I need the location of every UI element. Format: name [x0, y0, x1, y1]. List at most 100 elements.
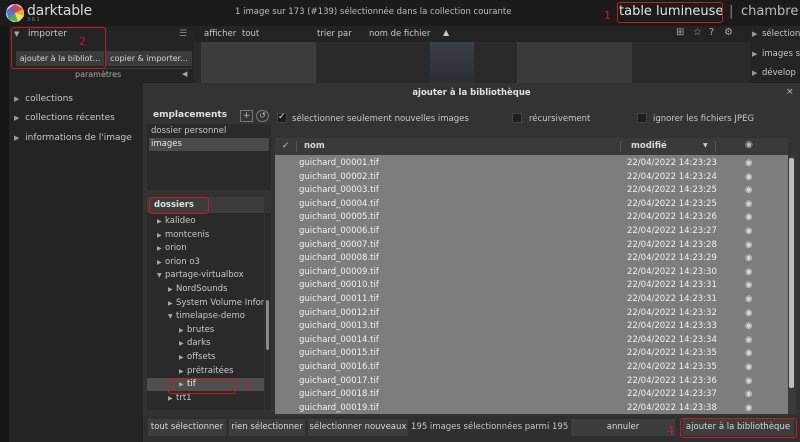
right-module-develop[interactable]: dévelop	[762, 68, 796, 78]
select-all-button[interactable]: tout sélectionner	[148, 419, 226, 436]
file-row[interactable]: guichard_00005.tif 22/04/2022 14:23:26 ◉	[275, 211, 788, 225]
file-row[interactable]: guichard_00008.tif 22/04/2022 14:23:29 ◉	[275, 252, 788, 266]
add-to-library-button[interactable]: ajouter à la bibliot...	[16, 51, 104, 66]
view-darkroom[interactable]: chambre	[741, 4, 798, 19]
thumbnail[interactable]	[201, 42, 316, 84]
folder-item[interactable]: ▶ prétraitées	[147, 365, 264, 378]
eye-icon[interactable]: ◉	[745, 375, 752, 389]
eye-icon[interactable]: ◉	[745, 320, 752, 334]
file-row[interactable]: guichard_00016.tif 22/04/2022 14:23:35 ◉	[275, 361, 788, 375]
file-row[interactable]: guichard_00009.tif 22/04/2022 14:23:30 ◉	[275, 266, 788, 280]
expand-triangle-icon[interactable]: ▶	[752, 69, 757, 77]
recursive-checkbox[interactable]	[512, 113, 522, 123]
files-scrollbar-thumb[interactable]	[789, 158, 794, 388]
eye-icon[interactable]: ◉	[745, 307, 752, 321]
eye-icon[interactable]: ◉	[745, 157, 752, 171]
file-row[interactable]: guichard_00010.tif 22/04/2022 14:23:31 ◉	[275, 279, 788, 293]
folder-item[interactable]: ▶ offsets	[147, 351, 264, 364]
parameters-section[interactable]: paramètres	[75, 70, 121, 79]
collapsed-triangle-icon[interactable]: ▶	[157, 256, 165, 269]
file-row[interactable]: guichard_00002.tif 22/04/2022 14:23:24 ◉	[275, 171, 788, 185]
collapsed-triangle-icon[interactable]: ▶	[157, 229, 165, 242]
add-place-button[interactable]: +	[240, 110, 253, 122]
collapse-triangle-icon[interactable]: ▼	[14, 30, 19, 38]
eye-icon[interactable]: ◉	[745, 171, 752, 185]
expanded-triangle-icon[interactable]: ▼	[157, 269, 165, 282]
left-module-collections[interactable]: ▶ collections	[14, 94, 73, 104]
eye-icon[interactable]: ◉	[745, 225, 752, 239]
left-module-recent-collections[interactable]: ▶ collections récentes	[14, 113, 115, 123]
collapsed-triangle-icon[interactable]: ▶	[168, 392, 176, 405]
eye-icon[interactable]: ◉	[745, 211, 752, 225]
select-new-button[interactable]: sélectionner nouveaux	[308, 419, 408, 436]
collapsed-triangle-icon[interactable]: ▶	[168, 283, 176, 296]
collapsed-triangle-icon[interactable]: ▶	[179, 351, 187, 364]
folder-item[interactable]: ▶ montcenis	[147, 229, 264, 242]
expanded-triangle-icon[interactable]: ▼	[168, 310, 176, 323]
file-row[interactable]: guichard_00012.tif 22/04/2022 14:23:32 ◉	[275, 307, 788, 321]
file-row[interactable]: guichard_00003.tif 22/04/2022 14:23:25 ◉	[275, 184, 788, 198]
thumbnail[interactable]	[430, 42, 474, 84]
sort-down-icon[interactable]: ▼	[703, 142, 708, 149]
folder-item[interactable]: ▶ kalideo	[147, 215, 264, 228]
right-module-selection[interactable]: sélection	[762, 29, 800, 39]
expand-triangle-icon[interactable]: ▶	[752, 30, 757, 38]
file-row[interactable]: guichard_00013.tif 22/04/2022 14:23:33 ◉	[275, 320, 788, 334]
view-lighttable[interactable]: table lumineuse	[619, 4, 723, 19]
eye-icon[interactable]: ◉	[745, 402, 752, 414]
collapse-left-icon[interactable]: ◀	[182, 70, 187, 78]
file-row[interactable]: guichard_00017.tif 22/04/2022 14:23:36 ◉	[275, 375, 788, 389]
folder-item[interactable]: ▶ orion o3	[147, 256, 264, 269]
add-to-library-dialog-button[interactable]: ajouter à la bibliothèque	[682, 419, 794, 436]
import-module-title[interactable]: importer	[28, 29, 67, 39]
tree-scrollbar-thumb[interactable]	[266, 300, 269, 350]
file-row[interactable]: guichard_00014.tif 22/04/2022 14:23:34 ◉	[275, 334, 788, 348]
eye-icon[interactable]: ◉	[745, 266, 752, 280]
only-new-checkbox[interactable]	[277, 112, 287, 123]
file-row[interactable]: guichard_00018.tif 22/04/2022 14:23:37 ◉	[275, 388, 788, 402]
file-row[interactable]: guichard_00015.tif 22/04/2022 14:23:35 ◉	[275, 347, 788, 361]
copy-import-button[interactable]: copier & importer...	[106, 51, 192, 66]
thumbnail[interactable]	[517, 42, 632, 84]
eye-icon[interactable]: ◉	[745, 239, 752, 253]
column-modified[interactable]: modifié	[631, 141, 667, 151]
sort-direction-icon[interactable]: ▲	[443, 28, 449, 37]
eye-icon[interactable]: ◉	[745, 279, 752, 293]
eye-icon[interactable]: ◉	[745, 293, 752, 307]
file-row[interactable]: guichard_00019.tif 22/04/2022 14:23:38 ◉	[275, 402, 788, 414]
ignore-jpeg-checkbox[interactable]	[637, 113, 647, 123]
eye-icon[interactable]: ◉	[745, 140, 753, 150]
star-icon[interactable]: ☆	[693, 27, 702, 38]
folder-item[interactable]: ▶ darks	[147, 337, 264, 350]
folder-item[interactable]: ▶ brutes	[147, 324, 264, 337]
file-row[interactable]: guichard_00006.tif 22/04/2022 14:23:27 ◉	[275, 225, 788, 239]
collapsed-triangle-icon[interactable]: ▶	[179, 365, 187, 378]
collapsed-triangle-icon[interactable]: ▶	[179, 378, 187, 391]
column-check[interactable]: ✓	[282, 141, 289, 151]
file-row[interactable]: guichard_00007.tif 22/04/2022 14:23:28 ◉	[275, 239, 788, 253]
file-row[interactable]: guichard_00004.tif 22/04/2022 14:23:25 ◉	[275, 198, 788, 212]
show-select[interactable]: tout	[242, 29, 259, 39]
eye-icon[interactable]: ◉	[745, 347, 752, 361]
select-none-button[interactable]: rien sélectionner	[229, 419, 305, 436]
eye-icon[interactable]: ◉	[745, 361, 752, 375]
left-module-image-information[interactable]: ▶ informations de l'image	[14, 133, 132, 143]
eye-icon[interactable]: ◉	[745, 388, 752, 402]
close-icon[interactable]: ×	[786, 87, 794, 97]
collapsed-triangle-icon[interactable]: ▶	[157, 242, 165, 255]
place-images[interactable]: images	[149, 138, 269, 151]
eye-icon[interactable]: ◉	[745, 184, 752, 198]
column-name[interactable]: nom	[304, 141, 325, 151]
collapsed-triangle-icon[interactable]: ▶	[179, 324, 187, 337]
folder-item[interactable]: ▶ System Volume Infor	[147, 297, 264, 310]
gear-icon[interactable]: ⚙	[724, 27, 733, 38]
collapsed-triangle-icon[interactable]: ▶	[179, 337, 187, 350]
cancel-button[interactable]: annuler	[571, 419, 675, 436]
sort-select[interactable]: nom de fichier	[369, 29, 430, 39]
module-preset-icon[interactable]: ☰	[179, 29, 187, 39]
collapsed-triangle-icon[interactable]: ▶	[168, 297, 176, 310]
folder-item[interactable]: ▼ timelapse-demo	[147, 310, 264, 323]
folder-item[interactable]: ▶ NordSounds	[147, 283, 264, 296]
grouping-icon[interactable]: ⊞	[676, 27, 684, 38]
help-icon[interactable]: ?	[709, 27, 714, 38]
